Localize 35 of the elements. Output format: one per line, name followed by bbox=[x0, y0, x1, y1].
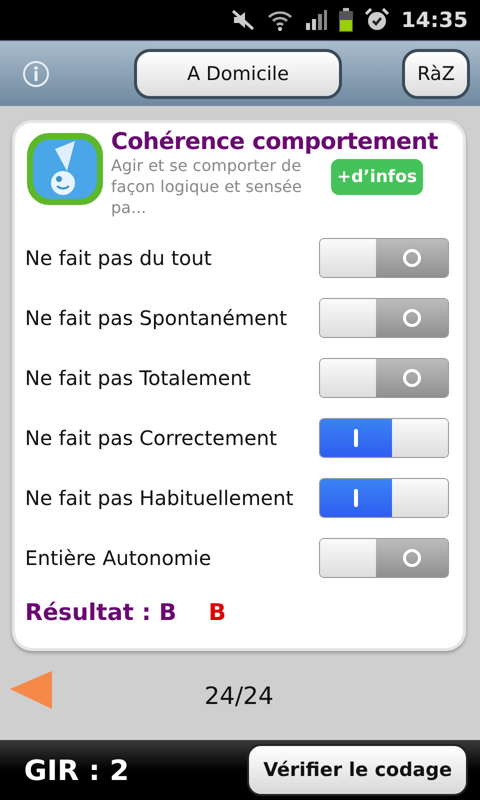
page-counter: 24/24 bbox=[204, 682, 274, 710]
option-label: Ne fait pas Correctement bbox=[25, 426, 278, 450]
off-ring-icon bbox=[403, 309, 421, 327]
option-label: Ne fait pas Totalement bbox=[25, 366, 251, 390]
toggle-switch[interactable] bbox=[319, 298, 449, 338]
previous-arrow-icon[interactable] bbox=[8, 669, 52, 709]
card-title: Cohérence comportement bbox=[111, 129, 439, 155]
alarm-clock-icon bbox=[365, 8, 390, 32]
verify-button[interactable]: Vérifier le codage bbox=[247, 744, 468, 796]
toggle-switch[interactable] bbox=[319, 538, 449, 578]
option-label: Ne fait pas Habituellement bbox=[25, 486, 294, 510]
toggle-switch[interactable] bbox=[319, 358, 449, 398]
status-time: 14:35 bbox=[401, 8, 468, 32]
reset-button[interactable]: RàZ bbox=[402, 48, 470, 98]
off-ring-icon bbox=[403, 249, 421, 267]
signal-icon bbox=[305, 9, 328, 31]
option-label: Entière Autonomie bbox=[25, 546, 212, 570]
option-label: Ne fait pas du tout bbox=[25, 246, 212, 270]
on-bar-icon bbox=[354, 489, 358, 507]
gir-score: GIR : 2 bbox=[24, 754, 130, 786]
on-bar-icon bbox=[354, 429, 358, 447]
off-ring-icon bbox=[403, 369, 421, 387]
info-icon[interactable] bbox=[22, 60, 50, 88]
mute-icon bbox=[231, 9, 256, 31]
toggle-switch[interactable] bbox=[319, 478, 449, 518]
wifi-icon bbox=[267, 9, 294, 31]
location-button[interactable]: A Domicile bbox=[134, 48, 342, 98]
option-label: Ne fait pas Spontanément bbox=[25, 306, 288, 330]
result-label: Résultat : B bbox=[25, 600, 177, 626]
card-description: Agir et se comporter de façon logique et sensée pa... bbox=[111, 155, 303, 218]
battery-icon bbox=[339, 8, 354, 32]
toggle-switch[interactable] bbox=[319, 418, 449, 458]
result-value: B bbox=[208, 600, 226, 626]
off-ring-icon bbox=[403, 549, 421, 567]
toggle-switch[interactable] bbox=[319, 238, 449, 278]
